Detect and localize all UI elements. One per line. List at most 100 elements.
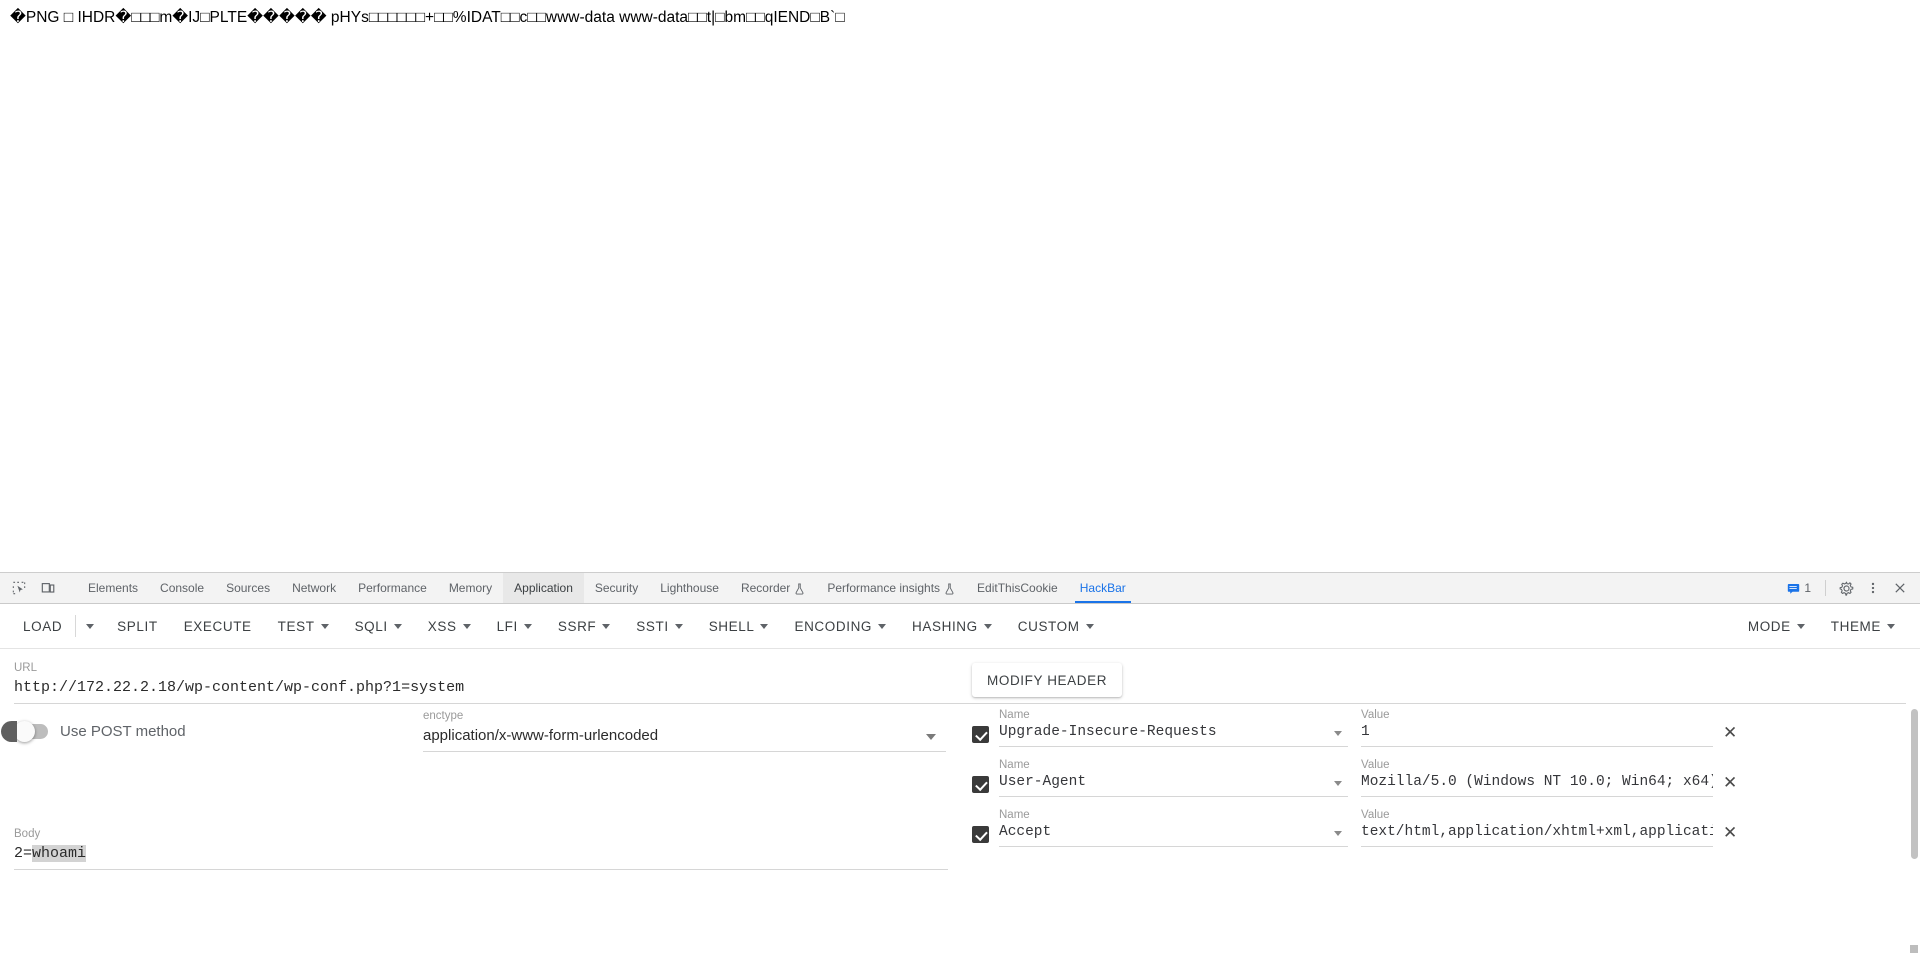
devtools-tabbar-actions: 1: [1784, 573, 1920, 603]
hackbar-execute-button[interactable]: EXECUTE: [171, 610, 265, 643]
hackbar-ssrf-button[interactable]: SSRF: [545, 610, 623, 643]
chevron-down-icon: [1887, 623, 1895, 629]
hackbar-toolbar-left: LOAD SPLIT EXECUTE TEST SQLI XSS LFI SSRF SSTI SH…: [10, 610, 1107, 643]
chevron-down-icon: [86, 623, 95, 629]
header-value-group: Value Mozilla/5.0 (Windows NT 10.0; Win64…: [1361, 758, 1713, 797]
button-label: SSTI: [636, 618, 669, 634]
use-post-method-toggle[interactable]: Use POST method: [1, 721, 186, 742]
header-value-input[interactable]: Mozilla/5.0 (Windows NT 10.0; Win64; x64…: [1361, 772, 1713, 797]
hackbar-theme-button[interactable]: THEME: [1818, 610, 1908, 643]
remove-header-button[interactable]: ✕: [1723, 774, 1737, 797]
button-label: SHELL: [708, 618, 755, 634]
header-value-label: Value: [1361, 709, 1390, 721]
remove-header-button[interactable]: ✕: [1723, 824, 1737, 847]
body-label: Body: [14, 828, 41, 840]
experiment-flask-icon: [794, 583, 805, 595]
tab-label: Sources: [226, 581, 271, 595]
header-name-group: Name Accept: [999, 808, 1348, 847]
button-label: MODE: [1747, 618, 1791, 634]
chevron-down-icon[interactable]: [1334, 781, 1342, 786]
hackbar-lfi-button[interactable]: LFI: [484, 610, 545, 643]
devtools-tab-editthiscookie[interactable]: EditThisCookie: [966, 573, 1069, 603]
devtools-tab-memory[interactable]: Memory: [438, 573, 503, 603]
chevron-down-icon[interactable]: [1334, 731, 1342, 736]
chevron-down-icon: [523, 623, 532, 629]
device-toolbar-icon[interactable]: [35, 576, 61, 601]
hackbar-hashing-button[interactable]: HASHING: [899, 610, 1005, 643]
message-count-badge[interactable]: 1: [1784, 576, 1818, 601]
use-post-method-label: Use POST method: [60, 723, 186, 740]
devtools-tab-lighthouse[interactable]: Lighthouse: [649, 573, 730, 603]
header-name-input[interactable]: User-Agent: [999, 772, 1348, 797]
message-count: 1: [1804, 581, 1811, 595]
devtools-tab-security[interactable]: Security: [584, 573, 649, 603]
devtools-tab-console[interactable]: Console: [149, 573, 215, 603]
chevron-down-icon: [760, 623, 769, 629]
body-field-group: Body 2=whoami: [14, 827, 948, 870]
header-enabled-checkbox[interactable]: [972, 776, 989, 793]
post-method-switch[interactable]: [1, 721, 48, 742]
hackbar-split-button[interactable]: SPLIT: [104, 610, 171, 643]
tab-label: Performance insights: [827, 581, 941, 595]
chevron-down-icon[interactable]: [1334, 831, 1342, 836]
body-input[interactable]: 2=whoami: [14, 841, 948, 870]
header-name-group: Name Upgrade-Insecure-Requests: [999, 708, 1348, 747]
chevron-down-icon: [393, 623, 402, 629]
close-icon[interactable]: [1887, 576, 1913, 601]
devtools-tab-hackbar[interactable]: HackBar: [1069, 573, 1137, 603]
header-rows: Name Upgrade-Insecure-Requests Value 1 ✕ Name…: [968, 708, 1920, 847]
message-icon: [1788, 583, 1800, 594]
devtools-tab-performance[interactable]: Performance: [347, 573, 438, 603]
switch-knob: [1, 721, 35, 742]
hackbar-load-dropdown-button[interactable]: [76, 610, 104, 643]
header-name-label: Name: [999, 709, 1030, 721]
devtools-tab-network[interactable]: Network: [281, 573, 347, 603]
header-value-group: Value text/html,application/xhtml+xml,app…: [1361, 808, 1713, 847]
hackbar-load-button[interactable]: LOAD: [10, 610, 75, 643]
raw-png-response-text: �PNG □ IHDR�□□□m�IJ□PLTE����� pHYs□□□□□□…: [10, 9, 845, 26]
scrollbar-thumb[interactable]: [1911, 709, 1918, 859]
chevron-down-icon: [926, 734, 936, 740]
header-value-input[interactable]: 1: [1361, 722, 1713, 747]
remove-header-button[interactable]: ✕: [1723, 724, 1737, 747]
header-name-input[interactable]: Accept: [999, 822, 1348, 847]
devtools-tab-sources[interactable]: Sources: [215, 573, 281, 603]
tab-label: HackBar: [1079, 581, 1126, 595]
hackbar-custom-button[interactable]: CUSTOM: [1005, 610, 1107, 643]
devtools-tab-recorder[interactable]: Recorder: [730, 573, 816, 603]
hackbar-shell-button[interactable]: SHELL: [696, 610, 782, 643]
tab-label: Elements: [88, 581, 139, 595]
header-value-input[interactable]: text/html,application/xhtml+xml,applicat…: [1361, 822, 1713, 847]
tab-label: Application: [514, 581, 573, 595]
hackbar-ssti-button[interactable]: SSTI: [623, 610, 695, 643]
header-name-input[interactable]: Upgrade-Insecure-Requests: [999, 722, 1348, 747]
button-label: SPLIT: [117, 618, 158, 634]
inspect-element-icon[interactable]: [6, 576, 32, 601]
button-label: EXECUTE: [183, 618, 252, 634]
tab-label: Console: [160, 581, 205, 595]
gear-icon[interactable]: [1833, 576, 1859, 601]
devtools-tabbar: Elements Console Sources Network Performance…: [0, 573, 1920, 604]
hackbar-test-button[interactable]: TEST: [265, 610, 342, 643]
devtools-tab-application[interactable]: Application: [503, 573, 584, 603]
resize-grip[interactable]: [1910, 945, 1918, 953]
chevron-down-icon: [1796, 623, 1805, 629]
enctype-label: enctype: [423, 710, 464, 722]
header-enabled-checkbox[interactable]: [972, 726, 989, 743]
headers-scrollbar[interactable]: [1911, 709, 1918, 939]
hackbar-xss-button[interactable]: XSS: [415, 610, 484, 643]
enctype-select[interactable]: application/x-www-form-urlencoded: [423, 723, 946, 752]
hackbar-sqli-button[interactable]: SQLI: [342, 610, 415, 643]
enctype-value: application/x-www-form-urlencoded: [423, 727, 659, 744]
hackbar-toolbar: LOAD SPLIT EXECUTE TEST SQLI XSS LFI SSRF SSTI SH…: [0, 604, 1920, 649]
hackbar-encoding-button[interactable]: ENCODING: [781, 610, 899, 643]
tab-label: Network: [292, 581, 337, 595]
devtools-tab-performance-insights[interactable]: Performance insights: [816, 573, 966, 603]
hackbar-mode-button[interactable]: MODE: [1735, 610, 1818, 643]
header-enabled-checkbox[interactable]: [972, 826, 989, 843]
more-options-icon[interactable]: [1860, 576, 1886, 601]
modify-header-button[interactable]: MODIFY HEADER: [972, 663, 1123, 697]
actions-divider: [1825, 580, 1826, 596]
enctype-field-group: enctype application/x-www-form-urlencode…: [423, 709, 946, 752]
devtools-tab-elements[interactable]: Elements: [77, 573, 149, 603]
